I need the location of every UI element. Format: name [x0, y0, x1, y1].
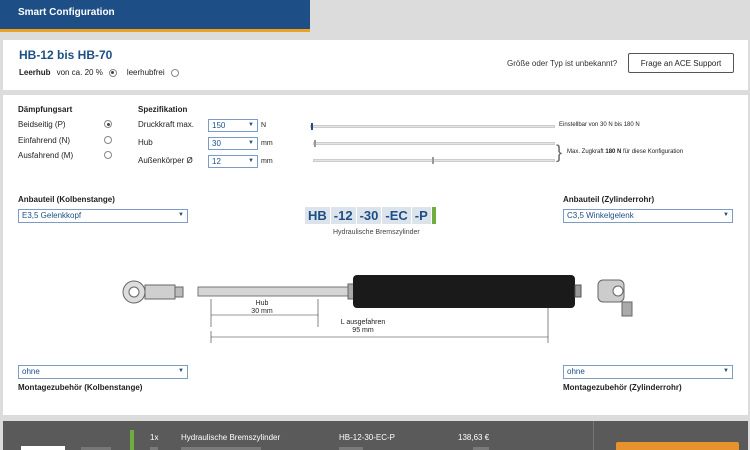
- cart-status-bar: [130, 430, 134, 450]
- montage-links-value: ohne: [22, 367, 40, 376]
- configuration-card: Dämpfungsart Beidseitig (P) Einfahrend (…: [3, 95, 748, 415]
- chevron-down-icon: ▼: [248, 140, 254, 146]
- chevron-down-icon: ▼: [178, 212, 184, 218]
- aussen-unit: mm: [261, 158, 273, 165]
- code-segment-damping: -P: [411, 207, 431, 224]
- montage-rechts-select[interactable]: ohne ▼: [563, 365, 733, 379]
- unknown-size-text: Größe oder Typ ist unbekannt?: [507, 59, 618, 68]
- cart-qty: 1x: [150, 433, 159, 442]
- length-dimension-value: 95 mm: [352, 327, 374, 334]
- hub-dimension-label: Hub: [255, 300, 269, 307]
- code-segment-stroke: -30: [356, 207, 382, 224]
- aussen-label: Außenkörper Ø: [138, 156, 193, 165]
- cylinder-drawing: [122, 275, 633, 343]
- zugkraft-suffix: für diese Konfiguration: [623, 149, 684, 155]
- druckkraft-slider-handle[interactable]: [311, 123, 313, 130]
- leerhub-row: Leerhub von ca. 20 % leerhubfrei: [19, 68, 179, 77]
- hub-label: Hub: [138, 138, 153, 147]
- code-segment-diameter: -12: [330, 207, 356, 224]
- zugkraft-note: Max. Zugkraft 180 N für diese Konfigurat…: [567, 149, 683, 155]
- aussen-slider[interactable]: [313, 157, 555, 164]
- leerhubfrei-radio[interactable]: [170, 68, 179, 77]
- product-code: HB -12 -30 -EC -P: [305, 207, 436, 224]
- chevron-down-icon: ▼: [723, 368, 729, 374]
- daempfung-option-ausfahrend: Ausfahrend (M): [18, 151, 74, 160]
- chevron-down-icon: ▼: [248, 158, 254, 164]
- length-dimension-label: L ausgefahren: [340, 319, 386, 326]
- chevron-down-icon: ▼: [723, 212, 729, 218]
- hub-unit: mm: [261, 140, 273, 147]
- cylinder-end-cap: [574, 284, 582, 298]
- aussen-slider-handle[interactable]: [432, 157, 434, 164]
- cart-item-code: HB-12-30-EC-P: [339, 433, 396, 442]
- cart-item-name: Hydraulische Bremszylinder: [181, 433, 281, 442]
- code-segment-fittings: -EC: [382, 207, 411, 224]
- daempfung-radio-einfahrend[interactable]: [104, 136, 112, 144]
- aussen-value: 12: [212, 157, 221, 166]
- chevron-down-icon: ▼: [178, 368, 184, 374]
- daempfung-radio-ausfahrend[interactable]: [104, 151, 112, 159]
- druckkraft-value: 150: [212, 121, 226, 130]
- leerhub-option-label: von ca. 20 %: [56, 68, 103, 77]
- hub-select[interactable]: 30 ▼: [208, 137, 258, 150]
- anbauteil-links-select[interactable]: E3,5 Gelenkkopf ▼: [18, 209, 188, 223]
- daempfung-option-einfahrend: Einfahrend (N): [18, 136, 71, 145]
- anbauteil-links-label: Anbauteil (Kolbenstange): [18, 195, 115, 204]
- zugkraft-prefix: Max. Zugkraft: [567, 149, 604, 155]
- montage-rechts-value: ohne: [567, 367, 585, 376]
- spezifikation-heading: Spezifikation: [138, 105, 188, 114]
- product-header-card: HB-12 bis HB-70 Leerhub von ca. 20 % lee…: [3, 40, 748, 90]
- daempfung-radio-beidseitig[interactable]: [104, 120, 112, 128]
- druckkraft-hint: Einstellbar von 30 N bis 180 N: [559, 122, 640, 128]
- hub-slider[interactable]: [313, 140, 555, 147]
- montage-links-select[interactable]: ohne ▼: [18, 365, 188, 379]
- leerhub-label: Leerhub: [19, 68, 51, 77]
- banner-title: Smart Configuration: [18, 7, 115, 18]
- druckkraft-unit: N: [261, 122, 267, 129]
- product-title: HB-12 bis HB-70: [19, 48, 113, 62]
- druckkraft-label: Druckkraft max.: [138, 120, 195, 129]
- daempfung-option-beidseitig: Beidseitig (P): [18, 120, 66, 129]
- rod-end-joint-icon: [122, 280, 184, 304]
- cylinder-body: [353, 275, 575, 308]
- cart-item-price: 138,63 €: [458, 433, 490, 442]
- aussen-select[interactable]: 12 ▼: [208, 155, 258, 168]
- anbauteil-rechts-select[interactable]: C3,5 Winkelgelenk ▼: [563, 209, 733, 223]
- leerhubfrei-label: leerhubfrei: [126, 68, 165, 77]
- top-banner: Smart Configuration: [0, 0, 310, 32]
- montage-rechts-label: Montagezubehör (Zylinderrohr): [563, 383, 682, 392]
- code-status-bar: [431, 207, 436, 224]
- hub-value: 30: [212, 139, 221, 148]
- code-segment-type: HB: [305, 207, 330, 224]
- anbauteil-links-value: E3,5 Gelenkkopf: [22, 211, 82, 220]
- hub-slider-handle[interactable]: [314, 140, 316, 147]
- product-code-subtitle: Hydraulische Bremszylinder: [333, 229, 420, 236]
- cart-divider: [593, 421, 594, 450]
- anbauteil-rechts-label: Anbauteil (Zylinderrohr): [563, 195, 655, 204]
- range-brace: }: [556, 142, 563, 162]
- hub-dimension-value: 30 mm: [251, 308, 273, 315]
- cart-bar: 1x Hydraulische Bremszylinder HB-12-30-E…: [3, 421, 748, 450]
- angle-joint-icon: [597, 279, 633, 317]
- daempfung-heading: Dämpfungsart: [18, 105, 73, 114]
- ace-support-button[interactable]: Frage an ACE Support: [628, 53, 734, 73]
- chevron-down-icon: ▼: [248, 122, 254, 128]
- druckkraft-select[interactable]: 150 ▼: [208, 119, 258, 132]
- add-to-cart-button[interactable]: [616, 442, 739, 450]
- montage-links-label: Montagezubehör (Kolbenstange): [18, 383, 143, 392]
- anbauteil-rechts-value: C3,5 Winkelgelenk: [567, 211, 634, 220]
- zugkraft-value: 180 N: [605, 149, 622, 155]
- piston-rod: [197, 286, 354, 297]
- druckkraft-slider[interactable]: [310, 123, 555, 130]
- cart-thumbnail: [21, 446, 65, 450]
- leerhub-radio[interactable]: [108, 68, 117, 77]
